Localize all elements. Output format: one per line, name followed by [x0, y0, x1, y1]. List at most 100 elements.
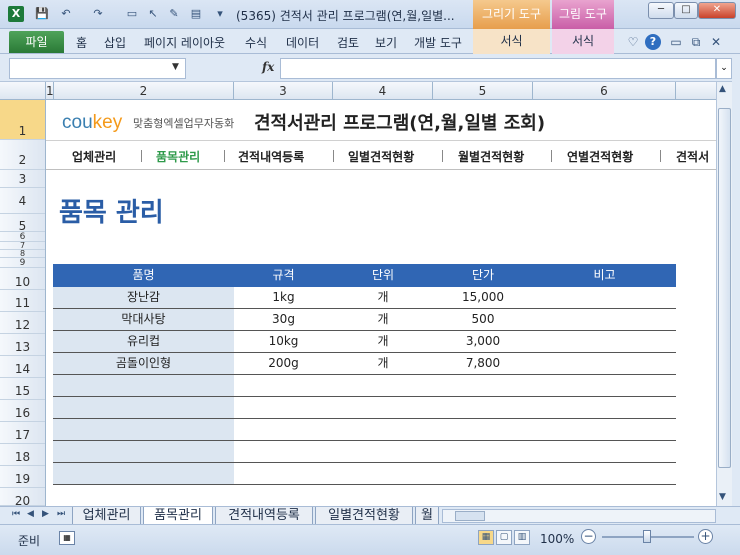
close-workbook-icon[interactable]: ✕	[708, 34, 724, 50]
sheet-tab[interactable]: 일별견적현황	[315, 507, 413, 525]
cell-spec[interactable]	[234, 419, 333, 440]
row-header[interactable]: 2	[0, 140, 45, 170]
cell-note[interactable]	[533, 419, 676, 440]
column-header[interactable]: 1	[46, 82, 54, 100]
row-header[interactable]: 13	[0, 334, 45, 356]
zoom-level[interactable]: 100%	[540, 532, 574, 546]
cursor-icon[interactable]: ↖	[145, 6, 161, 22]
heart-icon[interactable]: ♡	[625, 34, 641, 50]
row-header[interactable]: 10	[0, 268, 45, 290]
form-icon[interactable]: ▤	[188, 6, 204, 22]
undo-icon[interactable]: ↶	[58, 6, 74, 22]
next-sheet-icon[interactable]: ▶	[42, 509, 49, 519]
save-icon[interactable]: 💾	[34, 6, 50, 22]
cell-note[interactable]	[533, 397, 676, 418]
row-header[interactable]: 9	[0, 258, 45, 268]
cell-spec[interactable]: 10kg	[234, 331, 333, 352]
cell-price[interactable]	[433, 375, 533, 396]
cell-item-name[interactable]: 유리컵	[53, 331, 234, 352]
nav-estimate-registration[interactable]: 견적내역등록	[238, 148, 304, 165]
cell-unit[interactable]	[333, 441, 433, 462]
cell-spec[interactable]	[234, 397, 333, 418]
ribbon-minimize-icon[interactable]: ▭	[668, 34, 684, 50]
tab-drawing-format[interactable]: 서식	[473, 29, 550, 54]
tab-insert[interactable]: 삽입	[104, 34, 126, 51]
cell-unit[interactable]	[333, 397, 433, 418]
cell-item-name[interactable]	[53, 397, 234, 418]
cell-item-name[interactable]	[53, 463, 234, 484]
maximize-button[interactable]: □	[674, 2, 698, 19]
prev-sheet-icon[interactable]: ◀	[27, 509, 34, 519]
tab-picture-format[interactable]: 서식	[552, 29, 614, 54]
redo-icon[interactable]: ↷	[90, 6, 106, 22]
normal-view-icon[interactable]: ▦	[478, 530, 494, 545]
cell-price[interactable]: 7,800	[433, 353, 533, 374]
zoom-in-icon[interactable]: +	[698, 529, 713, 544]
cell-item-name[interactable]	[53, 441, 234, 462]
tab-formulas[interactable]: 수식	[245, 34, 267, 51]
row-header[interactable]: 1	[0, 100, 45, 140]
tab-home[interactable]: 홈	[76, 34, 87, 51]
scroll-up-icon[interactable]: ▲	[719, 84, 726, 94]
last-sheet-icon[interactable]: ⏭	[57, 509, 65, 519]
file-tab[interactable]: 파일	[9, 31, 64, 53]
sheet-tab[interactable]: 견적내역등록	[215, 507, 313, 525]
minimize-button[interactable]: ─	[648, 2, 674, 19]
cell-price[interactable]	[433, 397, 533, 418]
zoom-slider-thumb[interactable]	[643, 530, 651, 543]
cell-note[interactable]	[533, 331, 676, 352]
column-header[interactable]: 2	[54, 82, 234, 100]
row-header[interactable]: 16	[0, 400, 45, 422]
cell-item-name[interactable]: 곰돌이인형	[53, 353, 234, 374]
tab-developer[interactable]: 개발 도구	[414, 34, 462, 51]
tab-data[interactable]: 데이터	[286, 34, 319, 51]
column-header[interactable]: 5	[433, 82, 533, 100]
name-box[interactable]	[9, 58, 186, 79]
row-header[interactable]: 15	[0, 378, 45, 400]
cell-note[interactable]	[533, 287, 676, 308]
vertical-scrollbar[interactable]: ▲ ▼	[716, 82, 732, 506]
cell-unit[interactable]	[333, 419, 433, 440]
column-header[interactable]: 6	[533, 82, 676, 100]
cell-unit[interactable]: 개	[333, 309, 433, 330]
nav-company-management[interactable]: 업체관리	[72, 148, 116, 165]
cell-unit[interactable]	[333, 375, 433, 396]
cell-spec[interactable]: 1kg	[234, 287, 333, 308]
cell-price[interactable]	[433, 419, 533, 440]
help-icon[interactable]: ?	[645, 34, 661, 50]
nav-monthly-status[interactable]: 월별견적현황	[458, 148, 524, 165]
cell-item-name[interactable]	[53, 375, 234, 396]
row-header[interactable]: 20	[0, 488, 45, 508]
row-header[interactable]: 11	[0, 290, 45, 312]
cell-spec[interactable]: 200g	[234, 353, 333, 374]
first-sheet-icon[interactable]: ⏮	[12, 509, 20, 519]
column-header[interactable]: 4	[333, 82, 433, 100]
cell-spec[interactable]: 30g	[234, 309, 333, 330]
nav-daily-status[interactable]: 일별견적현황	[348, 148, 414, 165]
cell-item-name[interactable]	[53, 419, 234, 440]
worksheet[interactable]: coukey 맞춤형엑셀업무자동화 견적서관리 프로그램(연,월,일별 조회) …	[46, 100, 716, 506]
cell-price[interactable]	[433, 463, 533, 484]
cell-price[interactable]	[433, 441, 533, 462]
row-header[interactable]: 19	[0, 466, 45, 488]
tab-review[interactable]: 검토	[337, 34, 359, 51]
cell-item-name[interactable]: 막대사탕	[53, 309, 234, 330]
insert-function-icon[interactable]: fx	[262, 60, 274, 74]
horizontal-scrollbar[interactable]	[442, 509, 716, 523]
cell-note[interactable]	[533, 353, 676, 374]
row-header[interactable]: 18	[0, 444, 45, 466]
tab-page-layout[interactable]: 페이지 레이아웃	[144, 34, 225, 51]
name-box-dropdown-icon[interactable]: ▼	[172, 62, 179, 72]
cell-note[interactable]	[533, 375, 676, 396]
zoom-out-icon[interactable]: −	[581, 529, 596, 544]
select-all-corner[interactable]	[0, 82, 46, 100]
row-header[interactable]: 8	[0, 250, 45, 258]
horizontal-scroll-thumb[interactable]	[455, 511, 485, 521]
sheet-tab[interactable]: 월	[415, 507, 439, 525]
row-header[interactable]: 5	[0, 214, 45, 233]
cell-spec[interactable]	[234, 463, 333, 484]
page-layout-view-icon[interactable]: ▢	[496, 530, 512, 545]
excel-app-icon[interactable]: X	[8, 6, 24, 22]
sheet-tab[interactable]: 업체관리	[72, 507, 141, 525]
cell-note[interactable]	[533, 309, 676, 330]
